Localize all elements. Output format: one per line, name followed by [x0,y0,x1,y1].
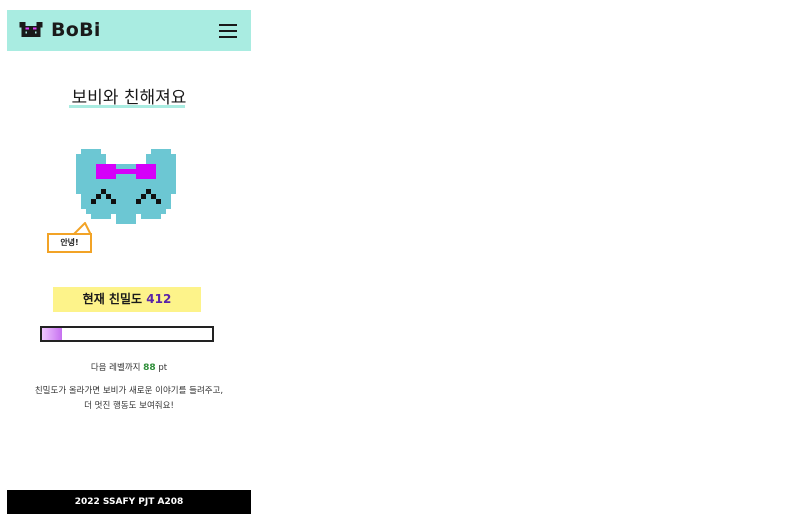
speech-bubble: 안녕! [47,233,92,253]
title-underline [69,105,185,108]
top-header: BoBi [7,10,251,51]
progress-fill [42,328,63,340]
description-text: 친밀도가 올라가면 보비가 새로운 이야기를 들려주고, 더 멋진 행동도 보여… [7,384,251,414]
bobi-character[interactable] [76,149,176,229]
logo-text[interactable]: BoBi [51,19,101,41]
bobi-logo-icon[interactable] [19,22,43,39]
intimacy-value: 412 [146,292,172,306]
intimacy-progress-bar [40,326,214,342]
next-level-points: 88 [143,363,156,373]
intimacy-display: 현재 친밀도 412 [53,287,201,312]
description-line-2: 더 멋진 행동도 보여줘요! [84,401,174,411]
next-level-prefix: 다음 레벨까지 [90,363,141,373]
intimacy-label: 현재 친밀도 [82,292,143,306]
app-frame: BoBi 보비와 친해져요 안녕! 현재 친밀도 412 다음 레벨까지 88 … [7,10,251,514]
next-level-unit: pt [158,363,168,373]
hamburger-menu-icon[interactable] [219,23,237,39]
next-level-info: 다음 레벨까지 88 pt [7,361,251,373]
description-line-1: 친밀도가 올라가면 보비가 새로운 이야기를 들려주고, [34,386,224,396]
footer: 2022 SSAFY PJT A208 [7,490,251,514]
